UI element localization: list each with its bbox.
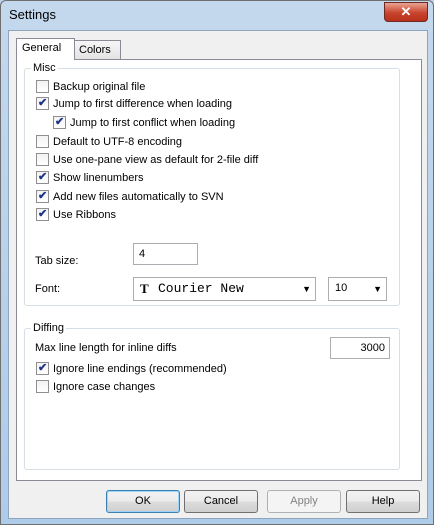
checkbox-box: ✔ <box>36 208 49 221</box>
title-bar[interactable]: Settings ✕ <box>1 1 433 29</box>
tab-colors[interactable]: Colors <box>73 40 121 59</box>
checkbox-label: Default to UTF-8 encoding <box>53 136 183 148</box>
checkbox-box <box>36 80 49 93</box>
tab-general-label: General <box>22 42 62 54</box>
checkbox-label: Backup original file <box>53 81 146 93</box>
checkbox-label: Use one-pane view as default for 2-file … <box>53 154 259 166</box>
dialog-client-area: General Colors Misc Backup original file… <box>8 30 428 519</box>
check-icon: ✔ <box>55 116 65 128</box>
misc-group-label: Misc <box>31 62 58 74</box>
diffing-group-label: Diffing <box>31 322 66 334</box>
help-button-label: Help <box>371 495 395 507</box>
checkbox-label: Jump to first conflict when loading <box>70 117 236 129</box>
checkbox-box <box>36 135 49 148</box>
help-button[interactable]: Help <box>346 490 420 513</box>
checkbox-box <box>36 380 49 393</box>
checkbox-box: ✔ <box>53 116 66 129</box>
font-label: Font: <box>35 283 61 295</box>
diffing-group: Diffing Max line length for inline diffs… <box>24 322 400 470</box>
check-icon: ✔ <box>38 208 48 220</box>
tab-size-value: 4 <box>139 248 146 260</box>
checkbox-label: Use Ribbons <box>53 209 116 221</box>
checkbox-label: Ignore case changes <box>53 381 156 393</box>
truetype-font-icon: T <box>140 281 149 296</box>
font-select-value: Courier New <box>158 281 244 296</box>
font-size-value: 10 <box>335 282 348 294</box>
check-icon: ✔ <box>38 97 48 109</box>
window-title: Settings <box>9 7 56 22</box>
check-icon: ✔ <box>38 362 48 374</box>
checkbox-label: Ignore line endings (recommended) <box>53 363 227 375</box>
tab-colors-label: Colors <box>79 44 111 56</box>
check-icon: ✔ <box>38 171 48 183</box>
font-size-select[interactable]: 10 ▼ <box>328 277 387 301</box>
apply-button: Apply <box>267 490 341 513</box>
checkbox-label: Jump to first difference when loading <box>53 98 232 110</box>
check-icon: ✔ <box>38 190 48 202</box>
close-icon: ✕ <box>400 4 412 19</box>
cancel-button-label: Cancel <box>203 495 239 507</box>
ok-button[interactable]: OK <box>106 490 180 513</box>
ok-button-label: OK <box>135 495 151 507</box>
apply-button-label: Apply <box>290 495 318 507</box>
max-line-length-input[interactable]: 3000 <box>330 337 390 359</box>
tab-general[interactable]: General <box>16 38 75 60</box>
general-tab-panel: Misc Backup original file ✔ Jump to firs… <box>16 59 422 481</box>
tab-size-label: Tab size: <box>35 255 79 267</box>
checkbox-box: ✔ <box>36 190 49 203</box>
chevron-down-icon: ▼ <box>373 284 382 294</box>
settings-window: Settings ✕ General Colors Misc Backup or… <box>0 0 434 525</box>
checkbox-label: Add new files automatically to SVN <box>53 191 224 203</box>
tab-size-input[interactable]: 4 <box>133 243 198 265</box>
chevron-down-icon: ▼ <box>302 284 311 294</box>
checkbox-label: Show linenumbers <box>53 172 144 184</box>
checkbox-box: ✔ <box>36 171 49 184</box>
checkbox-box: ✔ <box>36 362 49 375</box>
close-button[interactable]: ✕ <box>384 2 428 22</box>
misc-group: Misc Backup original file ✔ Jump to firs… <box>24 62 400 306</box>
max-line-length-value: 3000 <box>360 342 385 354</box>
max-line-length-label: Max line length for inline diffs <box>35 342 177 354</box>
checkbox-box: ✔ <box>36 97 49 110</box>
checkbox-box <box>36 153 49 166</box>
cancel-button[interactable]: Cancel <box>184 490 258 513</box>
font-select[interactable]: T Courier New ▼ <box>133 277 316 301</box>
